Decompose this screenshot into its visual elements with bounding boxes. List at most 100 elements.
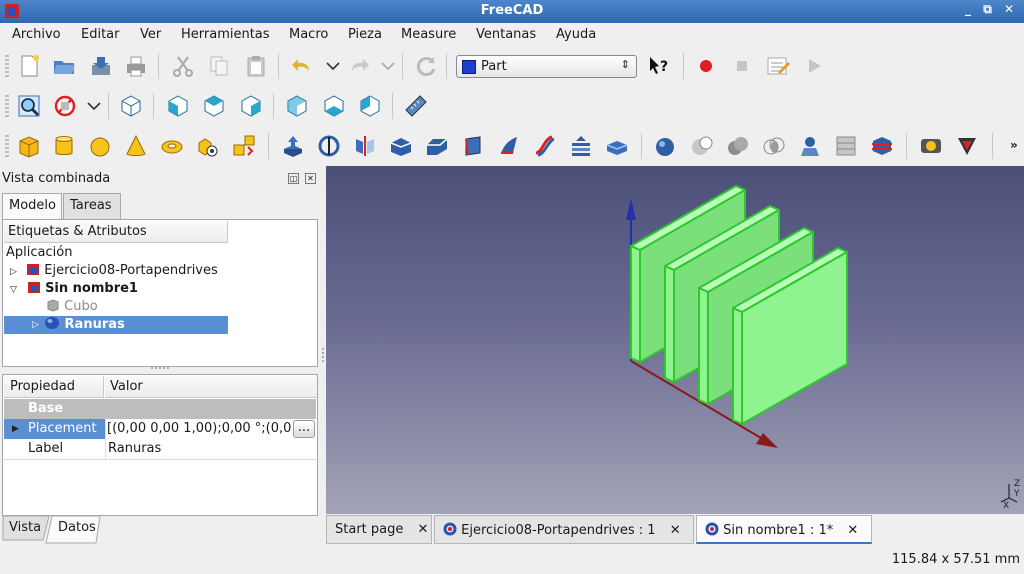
property-group-base[interactable]: Base	[4, 399, 316, 419]
paste-icon[interactable]	[243, 53, 269, 79]
macro-stop-icon[interactable]	[729, 53, 755, 79]
part-shape-builder-icon[interactable]	[231, 133, 257, 159]
toolbar-grip[interactable]	[5, 135, 9, 157]
menu-editar[interactable]: Editar	[81, 27, 120, 42]
part-defeaturing-icon[interactable]	[954, 133, 980, 159]
redo-dropdown-chevron-down-icon[interactable]	[375, 53, 401, 79]
menu-ayuda[interactable]: Ayuda	[556, 27, 596, 42]
macro-run-icon[interactable]	[801, 53, 827, 79]
part-cone-icon[interactable]	[123, 133, 149, 159]
menu-archivo[interactable]: Archivo	[12, 27, 61, 42]
part-boolean-icon[interactable]	[653, 133, 679, 159]
close-tab-icon[interactable]: ✕	[418, 522, 429, 537]
part-check-geometry-icon[interactable]	[918, 133, 944, 159]
workbench-selector[interactable]: Part ⇕	[456, 55, 637, 78]
close-tab-icon[interactable]: ✕	[670, 523, 681, 538]
collapse-triangle-icon[interactable]: ▽	[10, 281, 22, 299]
undo-dropdown-chevron-down-icon[interactable]	[320, 53, 346, 79]
tab-model[interactable]: Modelo	[2, 193, 62, 220]
value-column-header[interactable]: Valor	[105, 376, 317, 398]
cut-icon[interactable]	[170, 53, 196, 79]
macro-edit-icon[interactable]	[765, 53, 791, 79]
part-cut-icon[interactable]	[689, 133, 715, 159]
menu-measure[interactable]: Measure	[401, 27, 456, 42]
part-fillet-icon[interactable]	[388, 133, 414, 159]
draw-style-icon[interactable]	[52, 93, 78, 119]
new-document-icon[interactable]	[16, 53, 42, 79]
3d-model-canvas[interactable]: Z Y X	[326, 166, 1024, 514]
tree-column-header[interactable]: Etiquetas & Atributos	[4, 221, 228, 243]
part-offset-icon[interactable]	[568, 133, 594, 159]
part-sphere-icon[interactable]	[87, 133, 113, 159]
part-primitives-icon[interactable]	[195, 133, 221, 159]
menu-ver[interactable]: Ver	[140, 27, 161, 42]
view-front-icon[interactable]	[165, 93, 191, 119]
tab-ejercicio08[interactable]: Ejercicio08-Portapendrives : 1 ✕	[434, 515, 694, 544]
part-chamfer-icon[interactable]	[424, 133, 450, 159]
view-top-icon[interactable]	[201, 93, 227, 119]
fit-all-icon[interactable]	[16, 93, 42, 119]
part-compound-icon[interactable]	[869, 133, 895, 159]
tree-item-doc2[interactable]: ▽ Sin nombre1	[10, 280, 138, 298]
menu-herramientas[interactable]: Herramientas	[181, 27, 270, 42]
expand-triangle-icon[interactable]: ▷	[32, 316, 44, 334]
float-panel-icon[interactable]: ◫	[288, 173, 299, 184]
expand-triangle-icon[interactable]: ▷	[10, 263, 22, 281]
part-common-icon[interactable]	[761, 133, 787, 159]
part-section-icon[interactable]	[797, 133, 823, 159]
part-box-icon[interactable]	[16, 133, 42, 159]
slots-solid[interactable]	[630, 185, 848, 425]
placement-edit-button[interactable]: ...	[293, 420, 315, 438]
measure-ruler-icon[interactable]	[403, 93, 429, 119]
tree-item-cube[interactable]: Cubo	[46, 298, 98, 316]
toolbar-grip[interactable]	[5, 95, 9, 117]
open-folder-icon[interactable]	[51, 53, 77, 79]
copy-icon[interactable]	[206, 53, 232, 79]
view-right-icon[interactable]	[238, 93, 264, 119]
tab-start-page[interactable]: Start page ✕	[326, 515, 432, 544]
splitter-grip[interactable]	[151, 366, 171, 369]
tab-tasks[interactable]: Tareas	[63, 193, 121, 219]
part-make-face-icon[interactable]	[460, 133, 486, 159]
property-label-value[interactable]: Ranuras	[106, 439, 316, 459]
part-cross-section-icon[interactable]	[833, 133, 859, 159]
view-rear-icon[interactable]	[284, 93, 310, 119]
macro-record-icon[interactable]	[693, 53, 719, 79]
window-controls[interactable]: _ ⧉ ✕	[965, 2, 1018, 17]
expand-triangle-icon[interactable]: ▶	[12, 419, 19, 439]
part-ruled-surface-icon[interactable]	[496, 133, 522, 159]
property-placement-value[interactable]: [(0,00 0,00 1,00);0,00 °;(0,00	[106, 419, 292, 439]
toolbar-grip[interactable]	[5, 55, 9, 77]
tree-item-doc1[interactable]: ▷ Ejercicio08-Portapendrives	[10, 262, 218, 280]
refresh-icon[interactable]	[413, 53, 439, 79]
whats-this-help-icon[interactable]: ?	[646, 53, 672, 79]
part-cylinder-icon[interactable]	[51, 133, 77, 159]
part-extrude-icon[interactable]	[280, 133, 306, 159]
view-bottom-icon[interactable]	[321, 93, 347, 119]
part-loft-icon[interactable]	[532, 133, 558, 159]
part-revolve-icon[interactable]	[316, 133, 342, 159]
toolbar-overflow-chevron-icon[interactable]: »	[1010, 138, 1018, 152]
property-column-header[interactable]: Propiedad	[4, 376, 104, 398]
redo-icon[interactable]	[346, 53, 372, 79]
tab-sin-nombre1[interactable]: Sin nombre1 : 1* ✕	[696, 515, 872, 544]
tab-data[interactable]: Datos	[58, 520, 96, 535]
tree-item-slots[interactable]: ▷ Ranuras	[4, 316, 228, 334]
part-mirror-icon[interactable]	[352, 133, 378, 159]
3d-viewport[interactable]: Z Y X	[326, 166, 1024, 514]
close-tab-icon[interactable]: ✕	[847, 523, 858, 538]
part-thickness-icon[interactable]	[604, 133, 630, 159]
tab-view[interactable]: Vista	[9, 520, 41, 535]
close-panel-icon[interactable]: ✕	[305, 173, 316, 184]
part-torus-icon[interactable]	[159, 133, 185, 159]
part-fuse-icon[interactable]	[725, 133, 751, 159]
menu-ventanas[interactable]: Ventanas	[476, 27, 536, 42]
view-left-icon[interactable]	[357, 93, 383, 119]
save-icon[interactable]	[88, 53, 114, 79]
menu-pieza[interactable]: Pieza	[348, 27, 382, 42]
print-icon[interactable]	[123, 53, 149, 79]
view-isometric-icon[interactable]	[118, 93, 144, 119]
property-placement-name[interactable]: ▶ Placement	[4, 419, 106, 439]
draw-style-chevron-down-icon[interactable]	[81, 93, 107, 119]
menu-macro[interactable]: Macro	[289, 27, 328, 42]
